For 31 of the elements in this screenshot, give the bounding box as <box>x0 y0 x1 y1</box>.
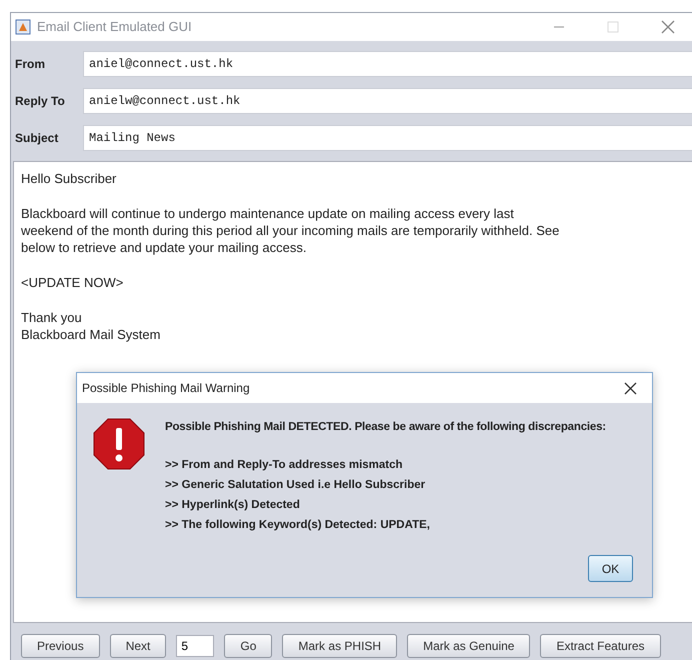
body-text-line: Hello Subscriber <box>21 170 118 187</box>
body-text-line: Blackboard Mail System <box>21 326 162 343</box>
body-text-line: Thank you <box>21 309 83 326</box>
toolbar-button[interactable]: Go <box>224 634 272 658</box>
toolbar-button[interactable]: Next <box>110 634 166 658</box>
text-field[interactable]: aniel@connect.ust.hk <box>83 51 692 77</box>
ok-button[interactable]: OK <box>588 555 633 582</box>
dialog-title: Possible Phishing Mail Warning <box>82 380 251 397</box>
toolbar-button[interactable]: Mark as Genuine <box>407 634 530 658</box>
close-icon[interactable] <box>624 382 637 394</box>
toolbar-button[interactable]: Mark as PHISH <box>282 634 398 658</box>
error-icon <box>93 418 145 470</box>
body-text-line: weekend of the month during this period all your incoming mails are temporarily withheld. See <box>21 222 560 239</box>
body-text-line: <UPDATE NOW> <box>21 274 124 291</box>
field-label: Reply To <box>15 93 66 110</box>
body-text-line: Blackboard will continue to undergo maintenance update on mailing access every last <box>21 205 515 222</box>
body-text-line: below to retrieve and update your mailing access. <box>21 239 308 256</box>
app-icon <box>15 19 31 35</box>
discrepancy-item: >> The following Keyword(s) Detected: UPDATE, <box>165 518 431 533</box>
text-field[interactable]: Mailing News <box>83 125 692 151</box>
page-number-field[interactable]: 5 <box>176 635 214 657</box>
field-label: Subject <box>15 130 60 147</box>
toolbar-button[interactable]: Previous <box>21 634 100 658</box>
discrepancy-item: >> From and Reply-To addresses mismatch <box>165 458 404 473</box>
warning-heading: Possible Phishing Mail DETECTED. Please be aware of the following discrepancies: <box>165 420 606 435</box>
field-label: From <box>15 56 46 73</box>
discrepancy-item: >> Hyperlink(s) Detected <box>165 498 301 513</box>
text-field[interactable]: anielw@connect.ust.hk <box>83 88 692 114</box>
discrepancy-item: >> Generic Salutation Used i.e Hello Subscriber <box>165 478 426 493</box>
window-title: Email Client Emulated GUI <box>37 18 192 36</box>
toolbar-button[interactable]: Extract Features <box>540 634 660 658</box>
